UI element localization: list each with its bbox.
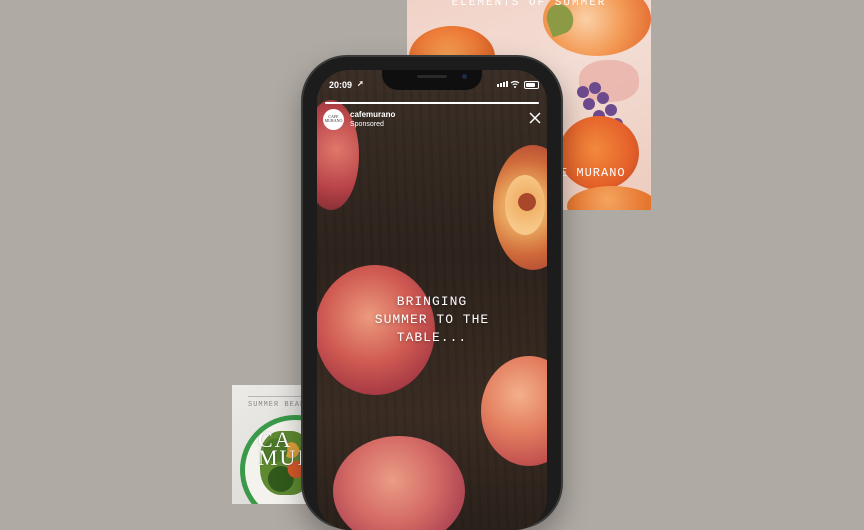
location-arrow-icon: ➚ [357,79,364,88]
poster-footer: E MURANO [560,166,626,180]
sponsored-label: Sponsored [350,121,384,128]
story-account[interactable]: CAFE MURANO cafemurano Sponsored [323,109,395,130]
story-progress-fill [325,102,539,104]
battery-icon [524,81,539,89]
avatar-text: CAFE MURANO [324,114,343,123]
signal-icon [497,81,508,87]
phone-mockup: 20:09 ➚ CAFE MURANO cafemurano Sponsored [303,57,561,530]
cut-peach-image [493,145,547,270]
fruit-image [567,186,651,210]
account-name[interactable]: cafemurano [350,110,395,120]
story-progress-bar [325,102,539,104]
story-caption: BRINGING SUMMER TO THE TABLE... [374,294,490,345]
status-time: 20:09 [329,80,353,90]
peach-image [481,356,547,466]
status-bar: 20:09 ➚ [317,70,547,94]
background-poster-salad: SUMMER BEAN CA MUR [232,385,312,504]
wifi-icon [510,80,520,88]
close-icon[interactable] [529,112,541,124]
poster-heading: ELEMENTS OF SUMMER [451,0,607,9]
instagram-story-screen: 20:09 ➚ CAFE MURANO cafemurano Sponsored [317,70,547,530]
avatar[interactable]: CAFE MURANO [323,109,344,130]
peach-image [333,436,465,530]
poster-tag: SUMMER BEAN [248,396,306,409]
